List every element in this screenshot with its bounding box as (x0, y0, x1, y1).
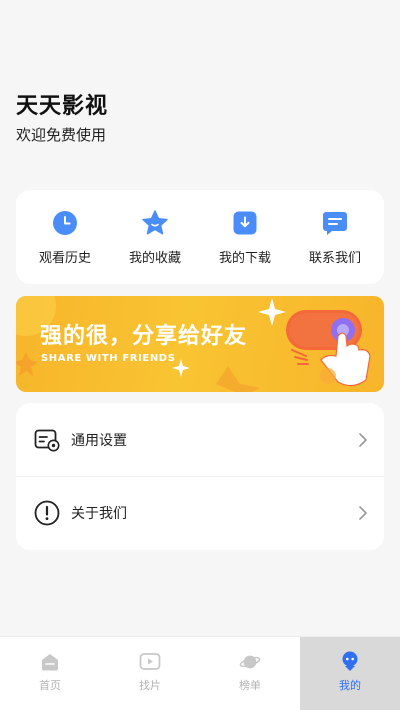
tab-label: 找片 (139, 679, 161, 692)
quick-action-history[interactable]: 观看历史 (21, 209, 109, 266)
tab-label: 榜单 (239, 679, 261, 692)
tab-mine[interactable]: 我的 (300, 637, 400, 710)
settings-row-label: 通用设置 (71, 432, 127, 449)
quick-action-label: 我的收藏 (128, 250, 181, 266)
home-icon (39, 651, 61, 673)
chat-icon (321, 209, 349, 237)
quick-action-label: 我的下载 (218, 250, 271, 266)
tab-label: 我的 (339, 679, 361, 692)
general-settings-row[interactable]: 通用设置 (16, 403, 384, 476)
quick-action-label: 观看历史 (38, 250, 91, 266)
app-title: 天天影视 (16, 94, 109, 119)
chevron-right-icon (356, 506, 370, 520)
info-icon (34, 500, 60, 526)
planet-icon (239, 651, 261, 673)
about-us-row[interactable]: 关于我们 (16, 476, 384, 549)
bottom-tab-bar: 首页 找片 榜单 我的 (0, 636, 400, 710)
quick-actions-card: 观看历史 我的收藏 我的下载 联系我们 (16, 190, 384, 284)
quick-action-label: 联系我们 (308, 250, 361, 266)
quick-action-favorites[interactable]: 我的收藏 (111, 209, 199, 266)
share-banner[interactable]: 强的很，分享给好友 SHARE WITH FRIENDS (16, 296, 384, 392)
play-icon (139, 651, 161, 673)
banner-title: 强的很，分享给好友 (40, 324, 248, 349)
tab-home[interactable]: 首页 (0, 637, 100, 710)
quick-action-downloads[interactable]: 我的下载 (201, 209, 289, 266)
settings-card-icon (34, 427, 60, 453)
banner-subtitle: SHARE WITH FRIENDS (41, 353, 176, 364)
tab-find[interactable]: 找片 (100, 637, 200, 710)
star-icon (141, 209, 169, 237)
chevron-right-icon (356, 432, 370, 447)
tab-rankings[interactable]: 榜单 (200, 637, 300, 710)
header: 天天影视 欢迎免费使用 (16, 92, 108, 146)
profile-icon (339, 651, 361, 673)
settings-row-label: 关于我们 (71, 506, 127, 522)
tab-label: 首页 (39, 679, 61, 692)
app-subtitle: 欢迎免费使用 (16, 126, 107, 144)
clock-icon (51, 209, 79, 237)
quick-action-contact[interactable]: 联系我们 (291, 209, 379, 266)
settings-card: 通用设置 关于我们 (16, 403, 384, 550)
download-icon (231, 209, 259, 237)
